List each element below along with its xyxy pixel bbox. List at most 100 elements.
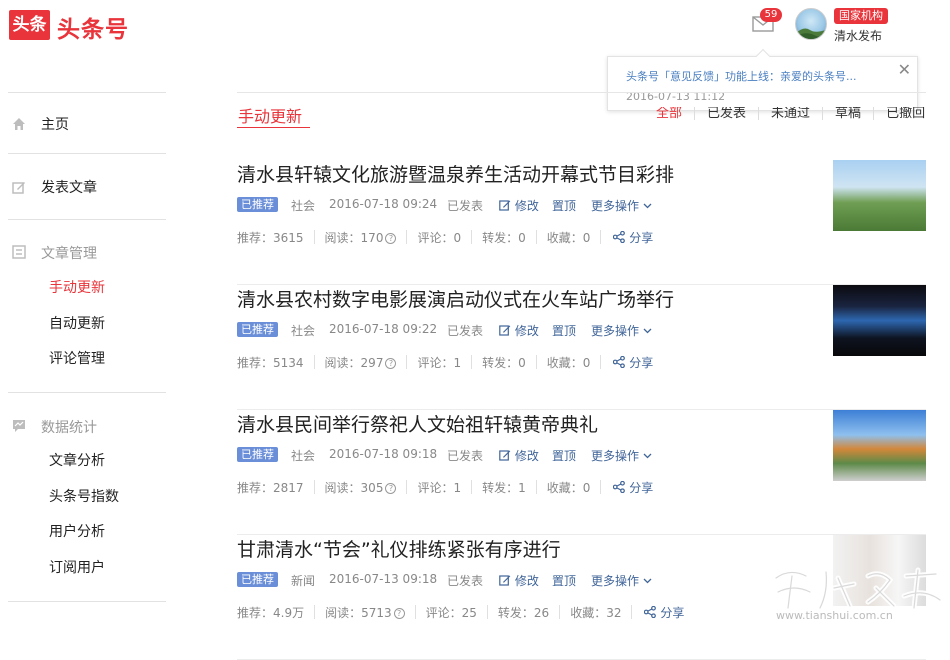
pin-button[interactable]: 置顶	[552, 197, 576, 214]
more-actions-button[interactable]: 更多操作	[591, 322, 652, 339]
article-item: 清水县农村数字电影展演启动仪式在火车站广场举行 已推荐 社会 2016-07-1…	[237, 285, 926, 410]
help-icon[interactable]: ?	[393, 608, 405, 619]
article-thumbnail[interactable]	[833, 535, 926, 606]
help-icon[interactable]: ?	[385, 483, 397, 494]
close-icon[interactable]: ✕	[898, 60, 911, 79]
logo-text[interactable]: 头条号	[57, 10, 129, 44]
article-item: 清水县民间举行祭祀人文始祖轩辕黄帝典礼 已推荐 社会 2016-07-18 09…	[237, 410, 926, 535]
edit-label: 修改	[514, 199, 539, 213]
edit-button[interactable]: 修改	[499, 572, 539, 589]
divider	[600, 480, 602, 494]
account-type-badge: 国家机构	[834, 8, 888, 24]
tab-manual-update[interactable]: 手动更新	[238, 103, 302, 127]
help-icon[interactable]: ?	[385, 233, 397, 244]
edit-label: 修改	[514, 324, 539, 338]
sidebar-item-index[interactable]: 头条号指数	[49, 486, 119, 506]
edit-button[interactable]: 修改	[499, 447, 539, 464]
sidebar-item-auto-update[interactable]: 自动更新	[49, 313, 105, 333]
sidebar-item-comment-mgmt[interactable]: 评论管理	[49, 348, 105, 368]
divider	[8, 153, 166, 154]
divider	[8, 392, 166, 393]
comment-count: 评论：1	[417, 481, 462, 495]
share-button[interactable]: 分享	[613, 354, 653, 371]
forward-count: 转发：0	[482, 356, 526, 370]
filter-withdrawn[interactable]: 已撤回	[873, 107, 937, 120]
article-item: 清水县轩辕文化旅游暨温泉养生活动开幕式节目彩排 已推荐 社会 2016-07-1…	[237, 160, 926, 285]
share-icon	[613, 355, 626, 369]
article-title[interactable]: 清水县轩辕文化旅游暨温泉养生活动开幕式节目彩排	[237, 160, 674, 187]
edit-icon	[499, 325, 511, 336]
recommended-badge: 已推荐	[237, 572, 278, 587]
share-button[interactable]: 分享	[644, 604, 684, 621]
more-actions-button[interactable]: 更多操作	[591, 197, 652, 214]
sidebar-item-user-analysis[interactable]: 用户分析	[49, 521, 105, 541]
divider	[313, 355, 315, 369]
tab-bar-line	[237, 92, 926, 93]
forward-count: 转发：26	[497, 606, 550, 620]
divider	[535, 355, 537, 369]
read-count: 阅读：305?	[325, 479, 397, 496]
sidebar-item-home[interactable]: 主页	[8, 114, 166, 134]
filter-published[interactable]: 已发表	[694, 107, 758, 120]
filter-drafts[interactable]: 草稿	[822, 107, 873, 120]
divider	[8, 601, 166, 602]
notification-message[interactable]: 头条号「意见反馈」功能上线：亲爱的头条号...	[626, 68, 898, 84]
sidebar-item-manual-update[interactable]: 手动更新	[49, 277, 105, 297]
help-icon[interactable]: ?	[385, 358, 397, 369]
account-name[interactable]: 清水发布	[834, 27, 882, 44]
more-actions-button[interactable]: 更多操作	[591, 447, 652, 464]
more-actions-button[interactable]: 更多操作	[591, 572, 652, 589]
share-label: 分享	[629, 481, 654, 495]
logo-icon[interactable]: 头条	[9, 10, 50, 40]
sidebar-item-subscribers[interactable]: 订阅用户	[49, 557, 105, 577]
edit-icon	[499, 450, 511, 461]
forward-count: 转发：1	[482, 481, 526, 495]
chevron-down-icon	[643, 328, 652, 334]
article-status: 已发表	[447, 574, 484, 588]
article-date: 2016-07-18 09:22	[329, 322, 438, 336]
forward-count: 转发：0	[482, 231, 526, 245]
notification-popup: 头条号「意见反馈」功能上线：亲爱的头条号... 2016-07-13 11:12…	[607, 48, 918, 111]
home-icon	[13, 118, 25, 130]
pin-button[interactable]: 置顶	[552, 572, 576, 589]
avatar[interactable]	[795, 8, 827, 40]
filter-all[interactable]: 全部	[652, 107, 694, 120]
mail-count-badge[interactable]: 59	[760, 8, 782, 22]
favorite-count: 收藏：0	[546, 356, 591, 370]
sidebar-item-publish[interactable]: 发表文章	[8, 177, 166, 197]
article-thumbnail[interactable]	[833, 285, 926, 356]
document-icon	[12, 245, 26, 259]
share-icon	[613, 480, 626, 494]
share-button[interactable]: 分享	[613, 229, 653, 246]
article-thumbnail[interactable]	[833, 410, 926, 481]
recommend-count: 推荐：3615	[237, 231, 304, 245]
chevron-down-icon	[643, 578, 652, 584]
share-button[interactable]: 分享	[613, 479, 653, 496]
pin-button[interactable]: 置顶	[552, 447, 576, 464]
share-label: 分享	[629, 231, 654, 245]
sidebar-item-label: 发表文章	[41, 180, 97, 196]
recommended-badge: 已推荐	[237, 197, 278, 212]
recommend-count: 推荐：4.9万	[237, 606, 305, 620]
share-icon	[613, 230, 626, 244]
divider	[313, 480, 315, 494]
sidebar-item-article-analysis[interactable]: 文章分析	[49, 450, 105, 470]
edit-button[interactable]: 修改	[499, 197, 539, 214]
sidebar-group-article-mgmt: 文章管理	[41, 246, 97, 262]
article-category: 社会	[291, 324, 316, 338]
article-title[interactable]: 清水县民间举行祭祀人文始祖轩辕黄帝典礼	[237, 410, 598, 437]
article-title[interactable]: 清水县农村数字电影展演启动仪式在火车站广场举行	[237, 285, 674, 312]
divider	[414, 605, 416, 619]
edit-button[interactable]: 修改	[499, 322, 539, 339]
filter-rejected[interactable]: 未通过	[758, 107, 822, 120]
top-header: 头条 头条号 59 国家机构 清水发布	[0, 0, 950, 52]
divider	[313, 230, 315, 244]
divider	[559, 605, 561, 619]
article-status: 已发表	[447, 199, 484, 213]
article-thumbnail[interactable]	[833, 160, 926, 231]
article-title[interactable]: 甘肃清水“节会”礼仪排练紧张有序进行	[237, 535, 561, 562]
article-category: 社会	[291, 199, 316, 213]
chart-icon	[13, 420, 25, 432]
pin-button[interactable]: 置顶	[552, 322, 576, 339]
edit-icon	[12, 182, 25, 194]
